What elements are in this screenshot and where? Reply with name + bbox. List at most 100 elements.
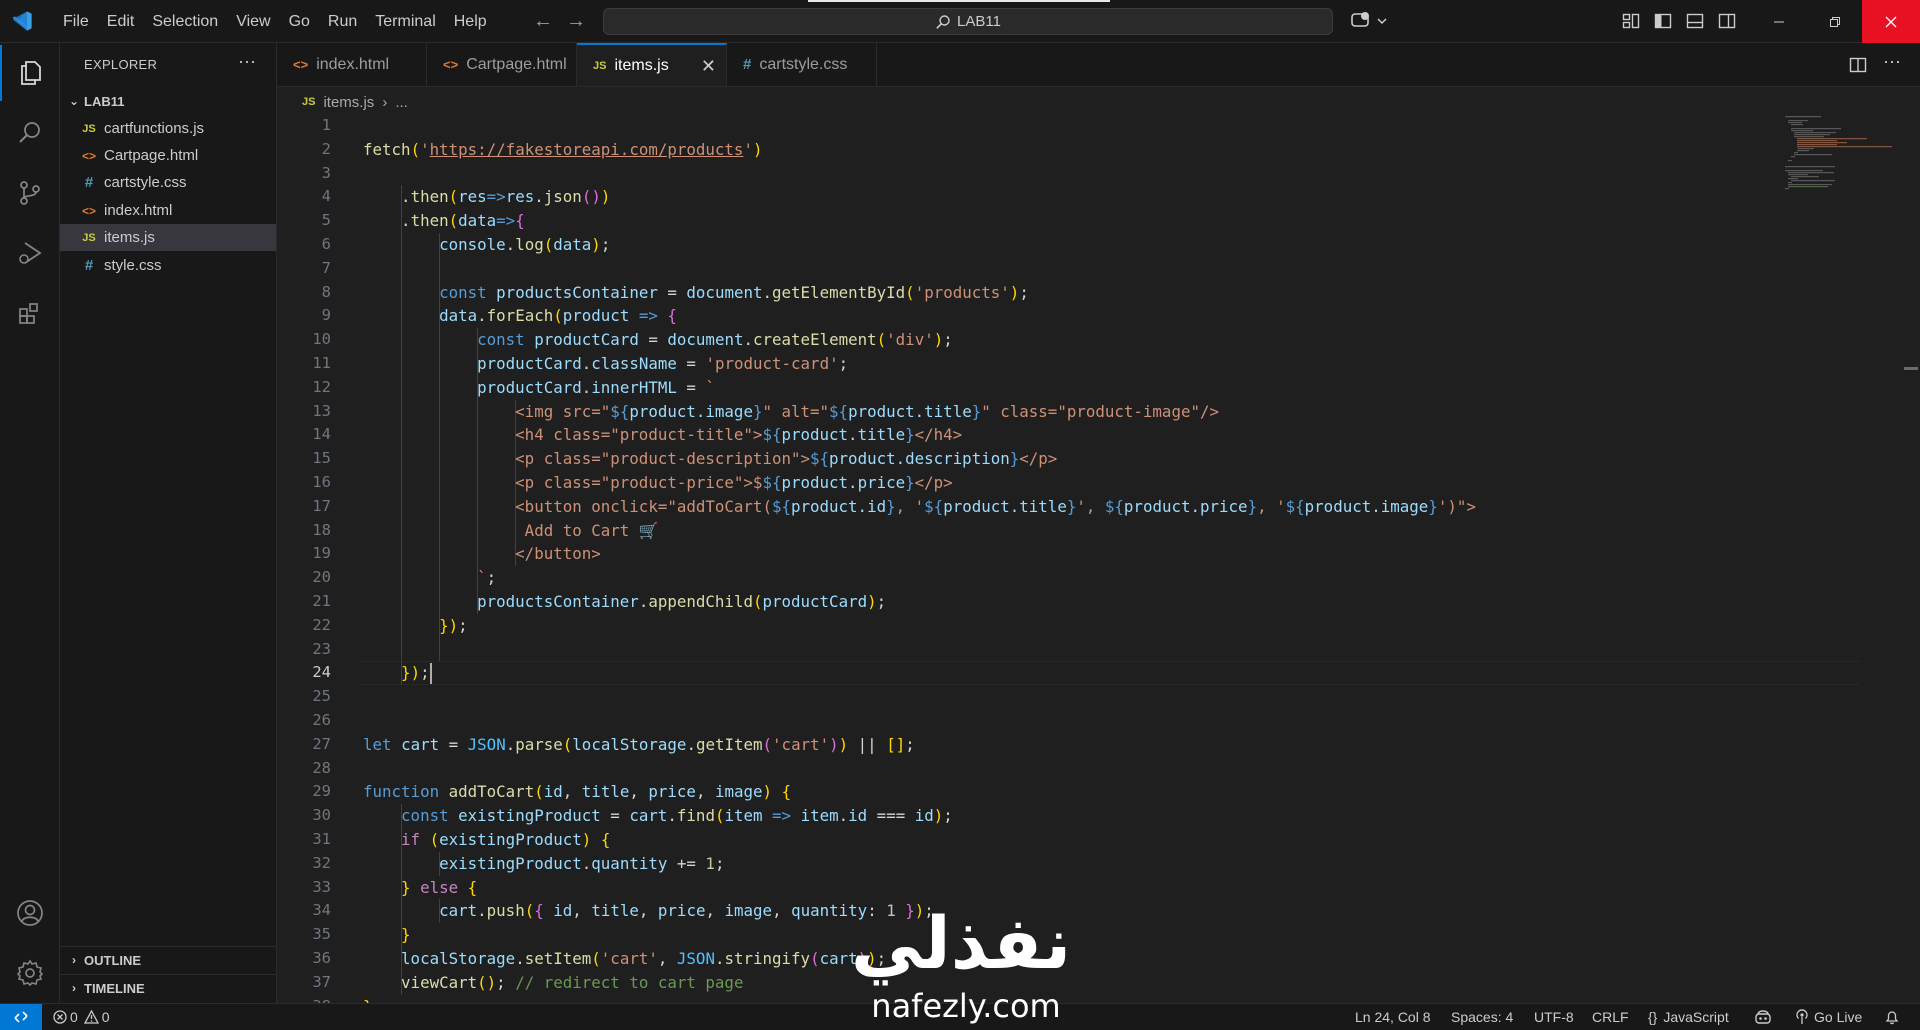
close-window-button[interactable] — [1862, 0, 1920, 43]
go-live-label: Go Live — [1814, 1009, 1863, 1025]
code-line[interactable]: <p class="product-price">$${product.pric… — [363, 471, 953, 495]
code-line[interactable]: data.forEach(product => { — [363, 304, 677, 328]
line-endings[interactable]: CRLF — [1592, 1004, 1629, 1030]
go-live-button[interactable]: Go Live — [1794, 1004, 1862, 1030]
menu-run[interactable]: Run — [319, 0, 366, 43]
extensions-icon — [19, 303, 38, 324]
cursor-position[interactable]: Ln 24, Col 8 — [1355, 1004, 1431, 1030]
activity-accounts[interactable] — [0, 885, 60, 941]
code-line[interactable]: } — [363, 923, 411, 947]
explorer-title: EXPLORER — [84, 57, 158, 72]
outline-section[interactable]: › OUTLINE — [60, 946, 276, 973]
code-line[interactable]: productCard.innerHTML = ` — [363, 376, 715, 400]
toggle-panel-icon[interactable] — [1686, 12, 1704, 30]
code-line[interactable]: let cart = JSON.parse(localStorage.getIt… — [363, 733, 915, 757]
close-tab-icon[interactable]: ✕ — [701, 56, 716, 77]
code-line[interactable]: .then(res=>res.json()) — [363, 185, 610, 209]
code-editor[interactable]: 1 2 3 4 5 6 7 8 9 10 11 12 13 14 15 16 17 18 19 20 21 22 23 24 2… — [277, 114, 1898, 1003]
menu-terminal[interactable]: Terminal — [366, 0, 444, 43]
code-line[interactable]: if (existingProduct) { — [363, 828, 610, 852]
code-line[interactable]: } else { — [363, 876, 477, 900]
tab-items-js[interactable]: JS items.js ✕ — [577, 43, 727, 86]
minimize-button[interactable] — [1750, 0, 1808, 43]
activity-extensions[interactable] — [0, 285, 60, 341]
line-number: 18 — [312, 520, 331, 539]
code-line[interactable]: }); — [363, 661, 430, 685]
code-line[interactable]: cart.push({ id, title, price, image, qua… — [363, 899, 934, 923]
command-center-search[interactable]: LAB11 — [603, 8, 1333, 35]
code-line[interactable]: } — [363, 995, 373, 1003]
code-line[interactable]: const productCard = document.createEleme… — [363, 328, 953, 352]
forward-arrow-icon[interactable]: → — [566, 10, 586, 32]
explorer-more-icon[interactable]: ··· — [238, 51, 256, 72]
activity-explorer[interactable] — [0, 45, 60, 101]
code-line[interactable]: const productsContainer = document.getEl… — [363, 281, 1029, 305]
activity-manage[interactable] — [0, 945, 60, 1001]
menu-view[interactable]: View — [227, 0, 279, 43]
code-line[interactable]: fetch('https://fakestoreapi.com/products… — [363, 138, 762, 162]
code-line[interactable]: `; — [363, 566, 496, 590]
customize-layout-icon[interactable] — [1622, 12, 1640, 30]
indentation[interactable]: Spaces: 4 — [1451, 1004, 1513, 1030]
code-line[interactable]: const existingProduct = cart.find(item =… — [363, 804, 953, 828]
encoding[interactable]: UTF-8 — [1534, 1004, 1574, 1030]
notifications-button[interactable] — [1884, 1004, 1900, 1030]
folder-lab11[interactable]: ⌄ LAB11 — [60, 89, 276, 113]
file-style-css[interactable]: # style.css — [60, 252, 276, 279]
problems-indicator[interactable]: 0 0 — [53, 1004, 110, 1030]
file-cartfunctions-js[interactable]: JS cartfunctions.js — [60, 115, 276, 142]
menu-selection[interactable]: Selection — [143, 0, 227, 43]
copilot-icon[interactable] — [1350, 10, 1390, 32]
minimap[interactable] — [1782, 114, 1892, 214]
code-line[interactable]: </button> — [363, 542, 601, 566]
tab-cartstyle-css[interactable]: # cartstyle.css — [727, 43, 877, 86]
code-line[interactable]: .then(data=>{ — [363, 209, 525, 233]
file-cartpage-html[interactable]: <> Cartpage.html — [60, 142, 276, 169]
js-file-icon: JS — [82, 122, 96, 135]
activity-search[interactable] — [0, 105, 60, 161]
code-line[interactable]: <button onclick="addToCart(${product.id}… — [363, 495, 1476, 519]
code-line[interactable]: productsContainer.appendChild(productCar… — [363, 590, 886, 614]
html-file-icon: <> — [81, 203, 96, 218]
code-line[interactable]: <h4 class="product-title">${product.titl… — [363, 423, 962, 447]
menu-help[interactable]: Help — [445, 0, 496, 43]
breadcrumb-file[interactable]: items.js — [323, 94, 374, 111]
file-items-js[interactable]: JS items.js — [60, 224, 276, 251]
code-line[interactable]: localStorage.setItem('cart', JSON.string… — [363, 947, 886, 971]
code-line[interactable]: console.log(data); — [363, 233, 610, 257]
restore-button[interactable] — [1806, 0, 1864, 43]
toggle-secondary-sidebar-icon[interactable] — [1718, 12, 1736, 30]
line-number: 15 — [312, 449, 331, 468]
language-mode[interactable]: {} JavaScript — [1648, 1004, 1729, 1030]
html-file-icon: <> — [81, 148, 96, 163]
code-line[interactable]: <img src="${product.image}" alt="${produ… — [363, 400, 1219, 424]
activity-source-control[interactable] — [0, 165, 60, 221]
breadcrumb-symbol[interactable]: ... — [395, 94, 408, 111]
search-icon — [19, 122, 40, 143]
remote-indicator[interactable] — [0, 1004, 42, 1030]
back-arrow-icon[interactable]: ← — [533, 10, 553, 32]
code-line[interactable]: Add to Cart 🛒 — [363, 519, 659, 543]
code-line[interactable]: viewCart(); // redirect to cart page — [363, 971, 743, 995]
file-cartstyle-css[interactable]: # cartstyle.css — [60, 169, 276, 196]
file-index-html[interactable]: <> index.html — [60, 197, 276, 224]
code-line[interactable]: }); — [363, 614, 468, 638]
toggle-primary-sidebar-icon[interactable] — [1654, 12, 1672, 30]
menu-edit[interactable]: Edit — [98, 0, 144, 43]
tab-cartpage-html[interactable]: <> Cartpage.html — [427, 43, 577, 86]
code-line[interactable]: <p class="product-description">${product… — [363, 447, 1057, 471]
menu-go[interactable]: Go — [280, 0, 319, 43]
timeline-section[interactable]: › TIMELINE — [60, 974, 276, 1001]
split-editor-icon[interactable] — [1849, 56, 1867, 74]
vertical-scrollbar[interactable] — [1904, 367, 1918, 370]
code-line[interactable]: existingProduct.quantity += 1; — [363, 852, 724, 876]
code-line[interactable]: productCard.className = 'product-card'; — [363, 352, 848, 376]
activity-run-debug[interactable] — [0, 225, 60, 281]
line-number: 16 — [312, 473, 331, 491]
copilot-status[interactable] — [1754, 1004, 1772, 1030]
tab-index-html[interactable]: <> index.html — [277, 43, 427, 86]
code-line[interactable]: function addToCart(id, title, price, ima… — [363, 780, 791, 804]
editor-more-icon[interactable]: ··· — [1883, 51, 1901, 72]
line-number: 14 — [312, 425, 331, 444]
menu-file[interactable]: File — [54, 0, 98, 43]
